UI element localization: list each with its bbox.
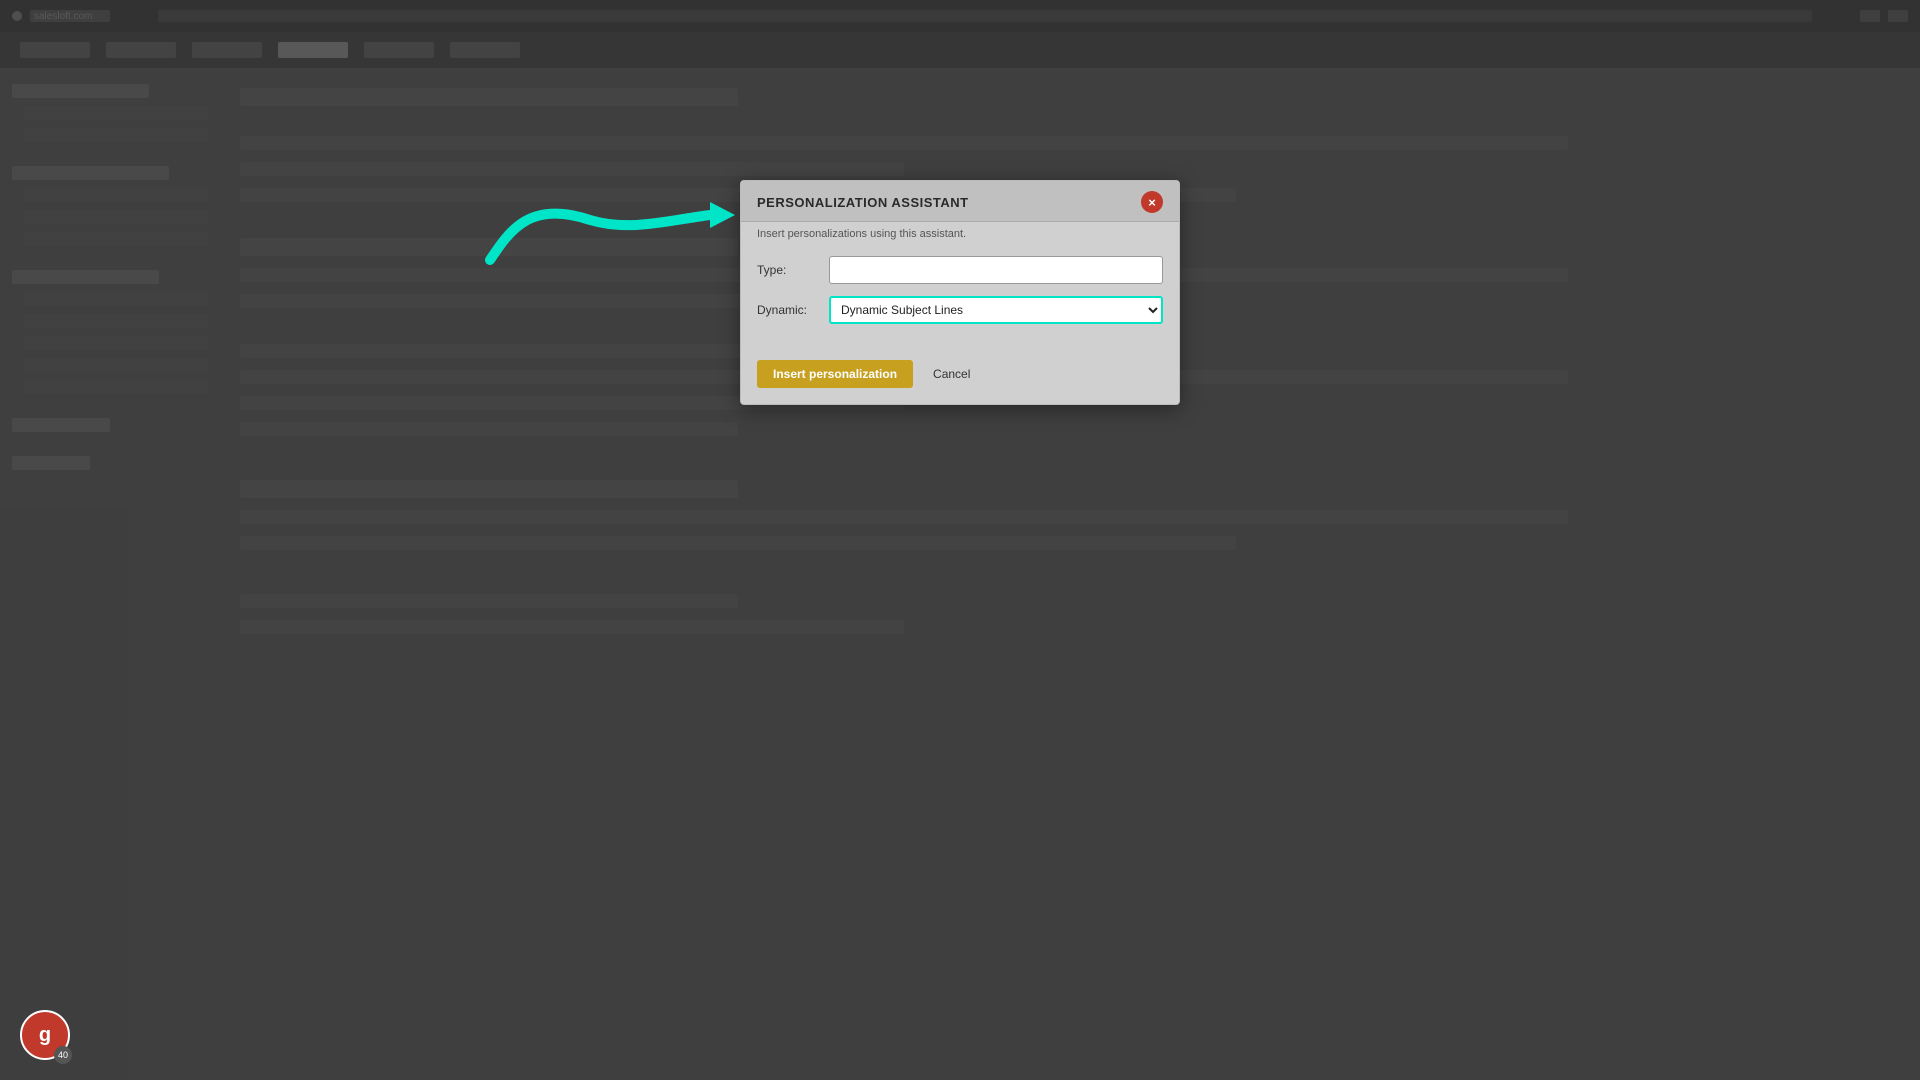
- modal-header: PERSONALIZATION ASSISTANT ×: [741, 181, 1179, 222]
- dynamic-label: Dynamic:: [757, 303, 817, 317]
- cancel-button[interactable]: Cancel: [925, 360, 978, 388]
- avatar-letter: g: [39, 1024, 51, 1047]
- notification-badge: 40: [54, 1046, 72, 1064]
- modal-overlay: PERSONALIZATION ASSISTANT × Insert perso…: [0, 0, 1920, 1080]
- personalization-assistant-modal: PERSONALIZATION ASSISTANT × Insert perso…: [740, 180, 1180, 405]
- insert-personalization-button[interactable]: Insert personalization: [757, 360, 913, 388]
- modal-body: Type: Dynamic: Dynamic Subject Lines Dyn…: [741, 240, 1179, 356]
- modal-subtitle: Insert personalizations using this assis…: [741, 222, 1179, 240]
- type-row: Type:: [757, 256, 1163, 284]
- type-input[interactable]: [829, 256, 1163, 284]
- type-label: Type:: [757, 263, 817, 277]
- modal-close-button[interactable]: ×: [1141, 191, 1163, 213]
- dynamic-row: Dynamic: Dynamic Subject Lines Dynamic C…: [757, 296, 1163, 324]
- dynamic-select[interactable]: Dynamic Subject Lines Dynamic Content Fi…: [829, 296, 1163, 324]
- modal-footer: Insert personalization Cancel: [741, 356, 1179, 404]
- modal-title: PERSONALIZATION ASSISTANT: [757, 195, 969, 210]
